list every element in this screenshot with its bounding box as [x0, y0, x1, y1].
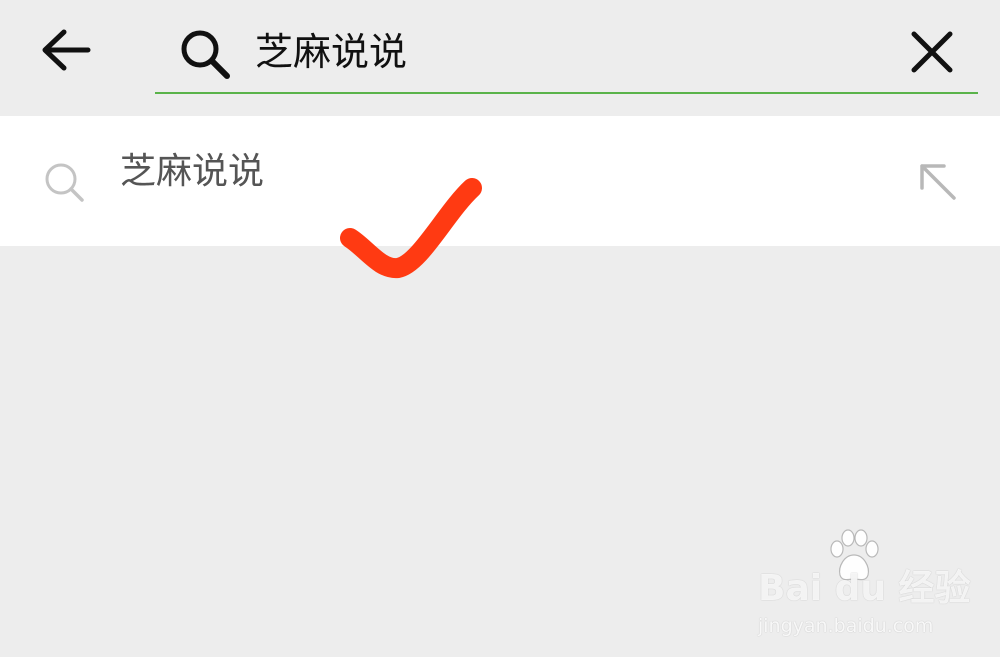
back-button[interactable] [36, 22, 96, 78]
close-icon [911, 31, 953, 73]
suggestion-list: 芝麻说说 [0, 116, 1000, 246]
search-icon [181, 30, 230, 79]
watermark: Bai du 经验 jingyan.baidu.com [758, 529, 971, 639]
search-screen: 芝麻说说 Bai du 经验 jingyan.baidu.com [0, 0, 1000, 657]
suggestion-item[interactable]: 芝麻说说 [0, 116, 1000, 246]
search-input[interactable] [255, 22, 895, 82]
search-field[interactable] [155, 14, 978, 94]
paw-icon [830, 529, 879, 581]
search-icon [45, 163, 84, 202]
watermark-domain: jingyan.baidu.com [758, 615, 934, 637]
clear-button[interactable] [904, 24, 960, 80]
suggestion-text: 芝麻说说 [120, 151, 265, 192]
arrow-up-left-icon[interactable] [916, 160, 960, 204]
arrow-left-icon [42, 29, 91, 71]
search-header [0, 0, 1000, 116]
watermark-brand: Bai du 经验 [758, 568, 971, 609]
